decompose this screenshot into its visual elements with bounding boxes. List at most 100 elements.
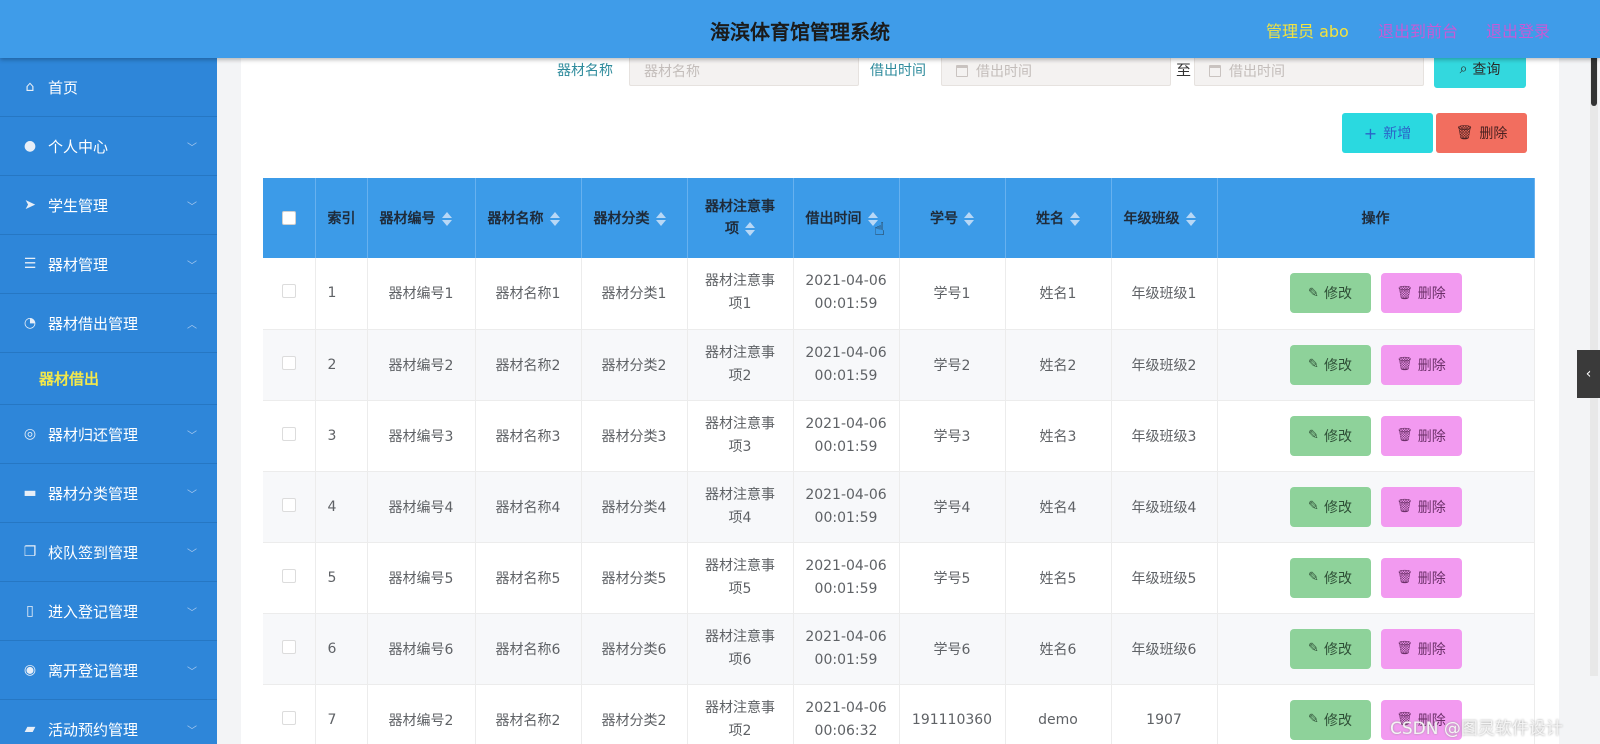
cell-student-id: 学号6: [899, 613, 1006, 685]
col-notes[interactable]: 器材注意事项: [687, 178, 794, 258]
edit-button[interactable]: ✎ 修改: [1289, 557, 1371, 598]
select-all-checkbox[interactable]: [281, 211, 296, 225]
cell-category: 器材分类4: [581, 471, 688, 543]
delete-button[interactable]: 🗑 删除: [1380, 415, 1462, 456]
row-checkbox-cell: [263, 258, 316, 330]
table-row: 7 器材编号2 器材名称2 器材分类2 器材注意事项2 2021-04-06 00:06:3…: [263, 684, 1535, 744]
sidebar-item-home[interactable]: ⌂ 首页: [0, 58, 217, 117]
row-checkbox[interactable]: [281, 426, 296, 441]
cell-category: 器材分类6: [581, 613, 688, 685]
exit-to-frontend-link[interactable]: 退出到前台: [1378, 18, 1458, 42]
cell-notes: 器材注意事项1: [687, 258, 794, 330]
col-student-name-label: 姓名: [1036, 211, 1064, 227]
cell-class: 年级班级6: [1111, 613, 1218, 685]
copy-icon: ❐: [23, 544, 37, 560]
logout-link[interactable]: 退出登录: [1486, 18, 1550, 42]
edit-button[interactable]: ✎ 修改: [1289, 486, 1371, 527]
sort-icon[interactable]: [441, 212, 452, 226]
cell-name: 器材名称5: [475, 542, 582, 614]
sidebar-item-equipment-category[interactable]: ▬ 器材分类管理 ﹀: [0, 464, 217, 523]
cell-class: 年级班级1: [1111, 258, 1218, 330]
cell-ops: ✎ 修改 🗑 删除: [1217, 542, 1535, 614]
row-checkbox[interactable]: [281, 568, 296, 583]
col-category[interactable]: 器材分类: [581, 178, 688, 258]
chevron-left-icon: ‹: [1585, 366, 1592, 382]
chevron-down-icon: ﹀: [187, 490, 197, 501]
col-class[interactable]: 年级班级: [1111, 178, 1218, 258]
col-index: 索引: [315, 178, 368, 258]
sidebar-item-students[interactable]: ➤ 学生管理 ﹀: [0, 176, 217, 235]
cell-time: 2021-04-06 00:01:59: [793, 471, 900, 543]
trash-icon: 🗑: [1396, 499, 1413, 514]
cell-code: 器材编号2: [367, 329, 476, 401]
delete-button[interactable]: 🗑 删除: [1380, 557, 1462, 598]
start-placeholder: 借出时间: [976, 64, 1032, 80]
col-time[interactable]: 借出时间: [793, 178, 900, 258]
delete-button[interactable]: 🗑 删除: [1380, 344, 1462, 385]
sidebar-item-equipment-return[interactable]: ◎ 器材归还管理 ﹀: [0, 405, 217, 464]
add-button[interactable]: + 新增: [1342, 113, 1433, 153]
sort-icon[interactable]: [549, 212, 560, 226]
side-panel-toggle[interactable]: ‹: [1577, 350, 1600, 398]
edit-button[interactable]: ✎ 修改: [1289, 344, 1371, 385]
cell-index: 2: [315, 329, 368, 401]
sort-icon[interactable]: [745, 222, 755, 236]
chevron-down-icon: ﹀: [187, 549, 197, 560]
lend-time-end-input[interactable]: 借出时间: [1194, 54, 1424, 86]
edit-button-label: 修改: [1323, 641, 1352, 658]
sidebar-item-entry-registration[interactable]: ▯ 进入登记管理 ﹀: [0, 582, 217, 641]
cell-student-id: 学号3: [899, 400, 1006, 472]
sort-icon[interactable]: [655, 212, 666, 226]
sort-icon[interactable]: [964, 212, 974, 226]
cell-time-date: 2021-04-06: [805, 486, 887, 503]
row-checkbox[interactable]: [281, 710, 296, 725]
edit-button[interactable]: ✎ 修改: [1289, 415, 1371, 456]
chevron-down-icon: ﹀: [187, 431, 197, 442]
cell-student-name: 姓名1: [1005, 258, 1112, 330]
sidebar-item-personal-center[interactable]: ● 个人中心 ﹀: [0, 117, 217, 176]
edit-button[interactable]: ✎ 修改: [1289, 273, 1371, 314]
col-name[interactable]: 器材名称: [475, 178, 582, 258]
trash-icon: 🗑: [1455, 125, 1474, 141]
cell-code: 器材编号4: [367, 471, 476, 543]
col-ops: 操作: [1217, 178, 1535, 258]
cell-time-clock: 00:01:59: [814, 367, 878, 384]
sidebar-subitem-equipment-lending[interactable]: 器材借出: [0, 353, 217, 405]
edit-button[interactable]: ✎ 修改: [1289, 628, 1371, 669]
col-student-name[interactable]: 姓名: [1005, 178, 1112, 258]
sidebar: ⌂ 首页 ● 个人中心 ﹀ ➤ 学生管理 ﹀ ☰ 器材管理 ﹀ ◔ 器材借出管理…: [0, 58, 217, 744]
cell-category: 器材分类2: [581, 684, 688, 744]
sort-icon[interactable]: [1070, 212, 1080, 226]
delete-button[interactable]: 🗑 删除: [1380, 628, 1462, 669]
equipment-name-input[interactable]: 器材名称: [629, 54, 859, 86]
cell-notes: 器材注意事项4: [687, 471, 794, 543]
lend-time-start-input[interactable]: 借出时间: [941, 54, 1171, 86]
cell-name: 器材名称1: [475, 258, 582, 330]
col-class-label: 年级班级: [1123, 211, 1180, 227]
trash-icon: 🗑: [1396, 570, 1413, 585]
range-separator: 至: [1176, 61, 1192, 79]
sidebar-item-team-checkin[interactable]: ❐ 校队签到管理 ﹀: [0, 523, 217, 582]
edit-button[interactable]: ✎ 修改: [1289, 699, 1371, 740]
col-student-id[interactable]: 学号: [899, 178, 1006, 258]
row-checkbox[interactable]: [281, 497, 296, 512]
sidebar-item-exit-registration[interactable]: ◉ 离开登记管理 ﹀: [0, 641, 217, 700]
delete-button[interactable]: 🗑 删除: [1380, 486, 1462, 527]
sidebar-item-equipment[interactable]: ☰ 器材管理 ﹀: [0, 235, 217, 294]
scrollbar-thumb[interactable]: [1591, 50, 1597, 106]
edit-button-label: 修改: [1323, 286, 1352, 303]
edit-button-label: 修改: [1323, 570, 1352, 587]
chevron-down-icon: ﹀: [187, 261, 197, 272]
row-checkbox[interactable]: [281, 284, 296, 299]
col-code[interactable]: 器材编号: [367, 178, 476, 258]
cell-time: 2021-04-06 00:01:59: [793, 542, 900, 614]
delete-button[interactable]: 🗑 删除: [1380, 273, 1462, 314]
sort-icon[interactable]: [1185, 212, 1196, 226]
row-checkbox[interactable]: [281, 355, 296, 370]
cell-ops: ✎ 修改 🗑 删除: [1217, 400, 1535, 472]
sidebar-item-activity-booking[interactable]: ▰ 活动预约管理 ﹀: [0, 700, 217, 744]
row-checkbox[interactable]: [281, 639, 296, 654]
lend-time-label: 借出时间: [870, 63, 926, 79]
sidebar-item-equipment-lending[interactable]: ◔ 器材借出管理 ︿: [0, 294, 217, 353]
batch-delete-button[interactable]: 🗑 删除: [1436, 113, 1527, 153]
